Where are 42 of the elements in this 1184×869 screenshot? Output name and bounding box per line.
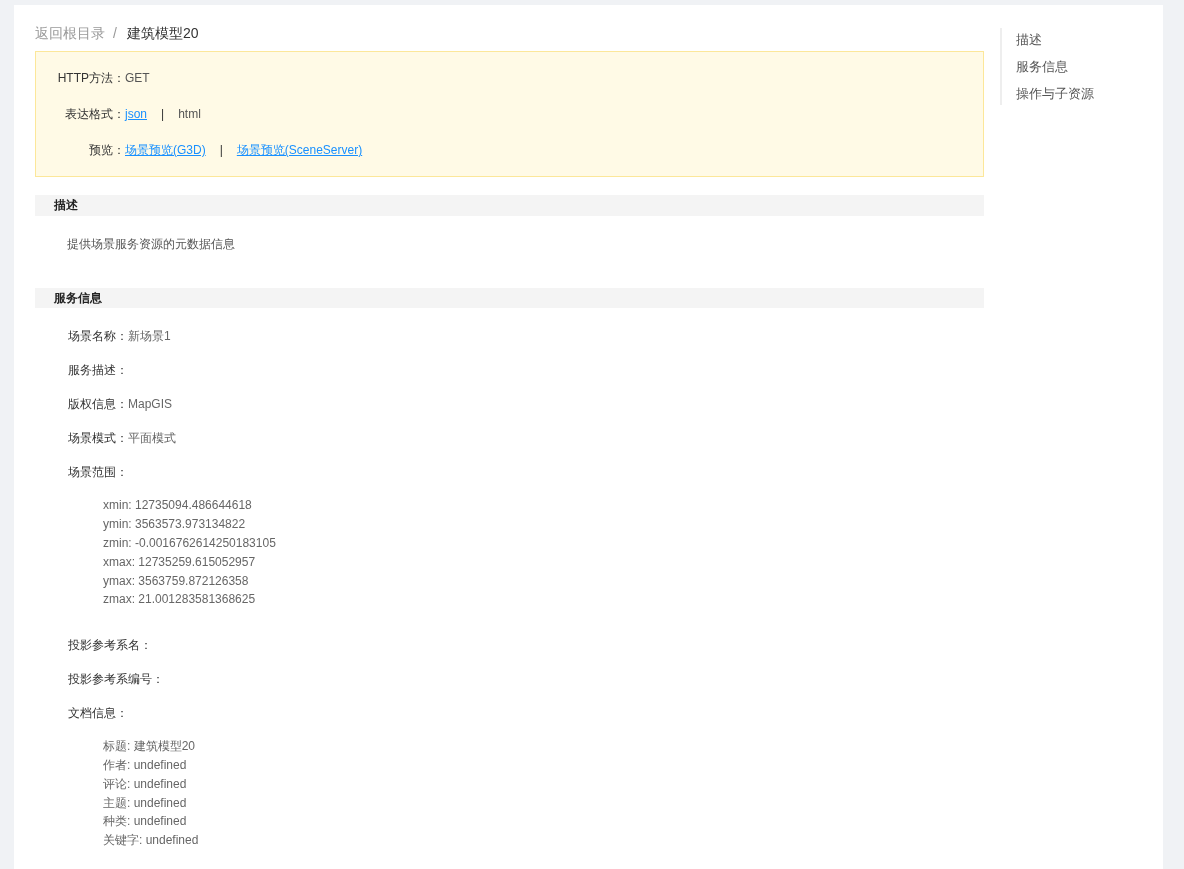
field-value: html xyxy=(178,106,201,123)
description-text: 提供场景服务资源的元数据信息 xyxy=(66,235,236,251)
field-label: 投影参考系名： xyxy=(68,637,152,655)
field-label: 版权信息： xyxy=(68,396,128,414)
detail-line: xmax: 12735259.615052957 xyxy=(103,553,257,571)
toc-link[interactable]: 描述 xyxy=(1016,30,1094,49)
field-label: HTTP方法： xyxy=(56,70,125,87)
detail-line: 种类: undefined xyxy=(103,813,188,831)
field-label: 表达格式： xyxy=(64,106,125,123)
detail-line: xmin: 12735094.486644618 xyxy=(103,497,253,515)
field-label: 场景名称： xyxy=(68,328,128,346)
detail-line: 主题: undefined xyxy=(103,794,188,812)
detail-line: zmin: -0.0016762614250183105 xyxy=(103,535,277,553)
section-header: 服务信息 xyxy=(35,287,984,309)
detail-line: 作者: undefined xyxy=(103,757,188,774)
detail-line: 关键字: undefined xyxy=(103,832,200,850)
toc-link[interactable]: 服务信息 xyxy=(1016,57,1094,76)
breadcrumb-link[interactable]: 返回根目录 xyxy=(35,22,105,44)
detail-line: ymax: 3563759.872126358 xyxy=(103,572,250,590)
field-value: 新场景1 xyxy=(128,328,171,346)
field-label: 场景范围： xyxy=(68,464,128,482)
field-label: 文档信息： xyxy=(68,705,128,723)
field-label: 服务描述： xyxy=(68,362,128,380)
field-value: 平面模式 xyxy=(128,430,176,448)
field-label: 预览： xyxy=(88,142,125,159)
field-label: 场景模式： xyxy=(68,430,128,448)
detail-line: ymin: 3563573.973134822 xyxy=(103,516,247,534)
separator: | xyxy=(161,106,165,123)
field-value: GET xyxy=(125,70,150,87)
separator: | xyxy=(219,142,223,159)
section-header: 描述 xyxy=(35,195,984,216)
detail-line: 标题: 建筑模型20 xyxy=(103,738,196,756)
breadcrumb-separator: / xyxy=(113,23,117,43)
breadcrumb-current: 建筑模型20 xyxy=(126,23,199,43)
link[interactable]: json xyxy=(125,105,147,123)
field-label: 投影参考系编号： xyxy=(68,671,164,689)
field-value: MapGIS xyxy=(128,396,172,414)
link[interactable]: 场景预览(G3D) xyxy=(125,141,206,159)
toc-link[interactable]: 操作与子资源 xyxy=(1016,84,1094,103)
detail-line: zmax: 21.001283581368625 xyxy=(103,591,257,609)
link[interactable]: 场景预览(SceneServer) xyxy=(236,141,363,159)
detail-line: 评论: undefined xyxy=(103,775,188,793)
